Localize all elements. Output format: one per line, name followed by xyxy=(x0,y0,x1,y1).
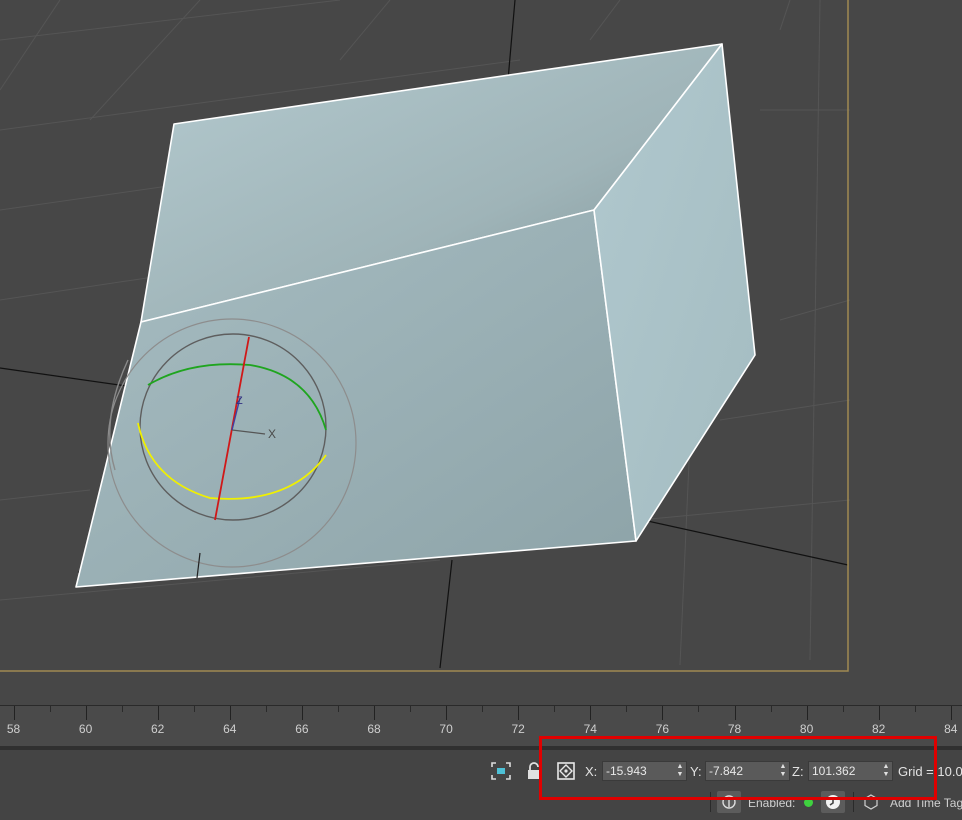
frame-tick-minor xyxy=(770,706,772,712)
track-bar[interactable]: 58 60 62 64 66 68 70 72 74 76 78 80 82 84 xyxy=(0,705,962,751)
frame-tick-label: 58 xyxy=(6,722,21,736)
frame-tick-label: 74 xyxy=(583,722,597,736)
frame-tick-major xyxy=(806,706,808,720)
box-object xyxy=(75,43,756,588)
frame-tick-major xyxy=(446,706,448,720)
perspective-viewport[interactable]: X Z xyxy=(0,0,962,705)
frame-tick-minor xyxy=(554,706,556,712)
key-icon[interactable] xyxy=(717,791,741,813)
x-coord-value: -15.943 xyxy=(606,764,647,778)
separator xyxy=(853,792,854,812)
frame-tick-major xyxy=(518,706,520,720)
x-coord-spinner[interactable]: -15.943 ▲ ▼ xyxy=(602,761,687,781)
frame-tick-major xyxy=(157,706,159,720)
frame-tick-major xyxy=(229,706,231,720)
frame-tick-minor xyxy=(49,706,51,712)
frame-tick-major xyxy=(662,706,664,720)
frame-tick-major xyxy=(301,706,303,720)
frame-tick-label: 78 xyxy=(727,722,742,736)
frame-ruler[interactable] xyxy=(0,706,962,746)
enabled-label: Enabled: xyxy=(748,796,796,810)
viewport-scene: X Z xyxy=(0,0,851,672)
frame-tick-label: 84 xyxy=(944,722,958,736)
spinner-arrows-icon[interactable]: ▲ ▼ xyxy=(882,763,890,779)
frame-tick-minor xyxy=(842,706,844,712)
spinner-arrows-icon[interactable]: ▲ ▼ xyxy=(676,763,684,779)
frame-tick-label: 72 xyxy=(511,722,525,736)
add-time-tag-button[interactable]: Add Time Tag xyxy=(890,796,962,810)
frame-tick-minor xyxy=(337,706,339,712)
frame-tick-label: 82 xyxy=(872,722,886,736)
frame-tick-minor xyxy=(914,706,916,712)
grid-size-readout: Grid = 10.0 xyxy=(898,764,962,779)
frame-tick-major xyxy=(734,706,736,720)
frame-tick-label: 76 xyxy=(655,722,670,736)
time-tag-icon[interactable] xyxy=(862,793,880,811)
frame-tick-minor xyxy=(265,706,267,712)
frame-tick-minor xyxy=(698,706,700,712)
y-coord-label: Y: xyxy=(690,764,702,779)
gizmo-x-label: X xyxy=(268,427,276,441)
frame-tick-minor xyxy=(410,706,412,712)
frame-tick-minor xyxy=(193,706,195,712)
frame-tick-minor xyxy=(626,706,628,712)
frame-tick-label: 80 xyxy=(799,722,814,736)
z-coord-label: Z: xyxy=(792,764,804,779)
frame-tick-major xyxy=(590,706,592,720)
frame-tick-minor xyxy=(482,706,484,712)
y-coord-value: -7.842 xyxy=(709,764,744,778)
frame-tick-minor xyxy=(121,706,123,712)
frame-tick-major xyxy=(13,706,15,720)
x-coord-label: X: xyxy=(585,764,598,779)
frame-tick-label: 68 xyxy=(367,722,381,736)
frame-tick-major xyxy=(878,706,880,720)
frame-tick-label: 64 xyxy=(223,722,237,736)
frame-tick-label: 62 xyxy=(151,722,165,736)
frame-tick-label: 60 xyxy=(78,722,93,736)
frame-tick-major xyxy=(85,706,87,720)
lock-icon[interactable] xyxy=(523,760,545,782)
transform-type-in-icon[interactable] xyxy=(555,760,577,782)
y-coord-spinner[interactable]: -7.842 ▲ ▼ xyxy=(705,761,790,781)
z-coord-spinner[interactable]: 101.362 ▲ ▼ xyxy=(808,761,893,781)
time-config-icon[interactable] xyxy=(821,791,845,813)
spinner-arrows-icon[interactable]: ▲ ▼ xyxy=(779,763,787,779)
selection-region-icon[interactable] xyxy=(489,760,513,782)
frame-tick-label: 66 xyxy=(295,722,309,736)
frame-tick-major xyxy=(374,706,375,720)
frame-tick-label: 70 xyxy=(439,722,453,736)
enabled-status-dot xyxy=(804,798,813,807)
z-coord-value: 101.362 xyxy=(812,764,856,778)
gizmo-z-label: Z xyxy=(236,395,243,407)
frame-tick-major xyxy=(950,706,952,720)
separator xyxy=(710,792,711,812)
